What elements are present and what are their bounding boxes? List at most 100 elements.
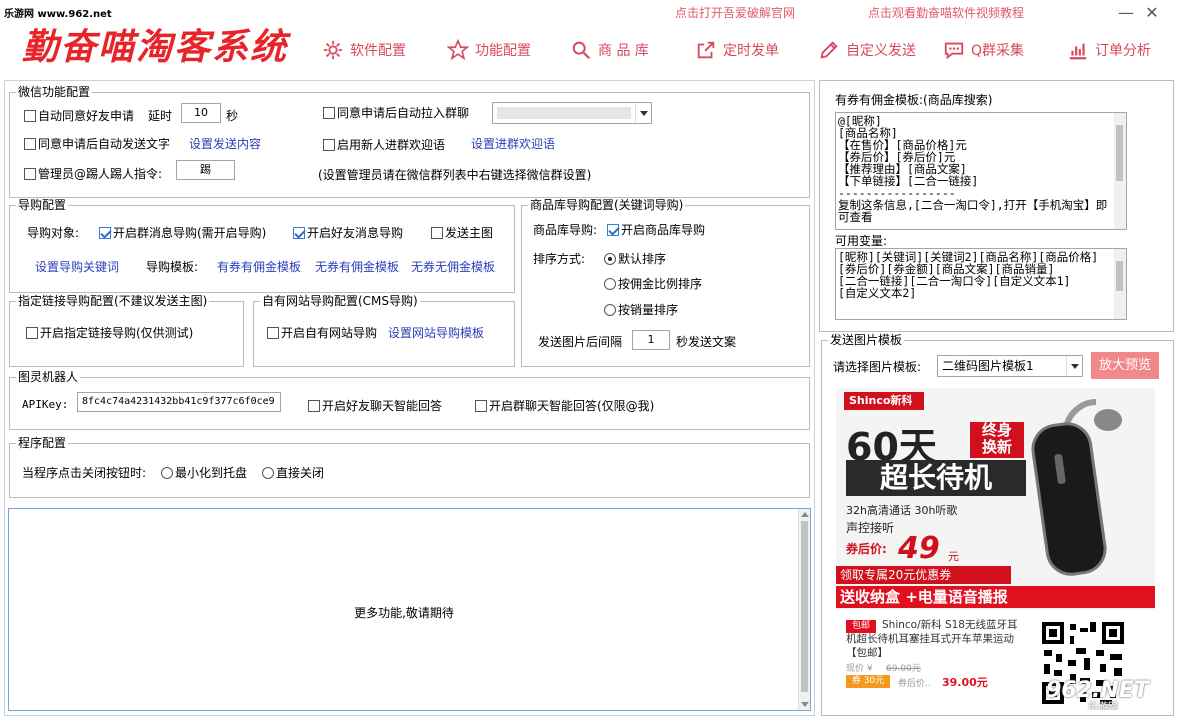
auto-send-text-checkbox[interactable]: 同意申请后自动发送文字 — [24, 135, 170, 152]
product-guide-checkbox[interactable]: 开启商品库导购 — [607, 221, 705, 238]
group-title: 商品库导购配置(关键词导购) — [528, 198, 686, 212]
send-main-image-checkbox[interactable]: 发送主图 — [431, 224, 493, 241]
welcome-checkbox[interactable]: 启用新人进群欢迎语 — [323, 136, 445, 153]
nav-feature-config[interactable]: 功能配置 — [447, 38, 531, 62]
checkbox-label: 自动同意好友申请 — [38, 109, 135, 123]
close-button[interactable]: ✕ — [1142, 3, 1162, 23]
log-textarea[interactable]: 更多功能,敬请期待 — [8, 508, 811, 711]
nav-custom-send[interactable]: 自定义发送 — [818, 38, 916, 62]
set-welcome-link[interactable]: 设置进群欢迎语 — [471, 135, 555, 152]
sort-commission-radio[interactable]: 按佣金比例排序 — [604, 275, 702, 292]
vars-label: 可用变量: — [835, 234, 888, 248]
vars-scrollbar[interactable] — [1114, 249, 1126, 319]
auto-pull-group-checkbox[interactable]: 同意申请后自动拉入群聊 — [323, 104, 469, 121]
chevron-down-icon — [1066, 356, 1082, 376]
sort-label: 排序方式: — [533, 252, 586, 266]
product-description: Shinco/新科 S18无线蓝牙耳机超长待机耳塞挂耳式开车苹果运动【包邮】 — [846, 619, 1018, 659]
template-textarea[interactable]: @[昵称] [商品名称] 【在售价】[商品价格]元 【券后价】[券后价]元 【推… — [835, 112, 1127, 230]
feature-1: 32h高清通话 30h听歌 — [846, 504, 958, 517]
ad-price-unit: 元 — [948, 550, 959, 563]
coupon-banner: 领取专属20元优惠券 — [836, 566, 1011, 584]
nav-scheduled-post[interactable]: 定时发单 — [695, 38, 779, 62]
radio-dot — [161, 466, 173, 479]
checkbox-box — [24, 109, 36, 122]
template-nocoupon-commission-link[interactable]: 无券有佣金模板 — [315, 258, 399, 275]
minimize-button[interactable]: — — [1116, 3, 1136, 23]
auto-accept-checkbox[interactable]: 自动同意好友申请 — [24, 107, 134, 124]
checkbox-label: 开启群消息导购(需开启导购) — [113, 226, 267, 240]
scroll-thumb[interactable] — [801, 521, 808, 692]
direct-close-radio[interactable]: 直接关闭 — [262, 464, 324, 481]
group-select[interactable] — [492, 102, 652, 124]
checkbox-label: 开启好友聊天智能回答 — [322, 399, 443, 413]
group-select-value — [497, 107, 631, 119]
checkbox-box — [26, 326, 38, 339]
chat-icon — [944, 42, 964, 60]
feature-2: 声控接听 — [846, 521, 895, 535]
badge-line-1: 终身 — [981, 421, 1012, 439]
standby-banner: 超长待机 — [846, 460, 1026, 496]
radio-dot — [604, 303, 616, 316]
nav-label: Q群采集 — [971, 43, 1025, 59]
guide-config-group: 导购配置 — [9, 198, 515, 293]
video-tutorial-link[interactable]: 点击观看勤奋喵软件视频教程 — [868, 4, 1024, 21]
delay-input[interactable]: 10 — [181, 103, 221, 123]
template-coupon-commission-link[interactable]: 有券有佣金模板 — [217, 258, 301, 275]
template-nocoupon-nocommission-link[interactable]: 无券无佣金模板 — [411, 258, 495, 275]
nav-order-analysis[interactable]: 订单分析 — [1067, 38, 1151, 62]
nav-software-config[interactable]: 软件配置 — [322, 38, 406, 62]
checkbox-box — [431, 226, 443, 239]
checkbox-label: 发送主图 — [445, 226, 494, 240]
checkbox-box — [24, 167, 36, 180]
checkbox-box — [308, 399, 320, 412]
friend-guide-checkbox[interactable]: 开启好友消息导购 — [293, 224, 403, 241]
checkbox-label: 开启自有网站导购 — [281, 326, 378, 340]
star-icon — [447, 39, 469, 61]
template-scrollbar[interactable] — [1114, 113, 1126, 229]
vars-textarea[interactable]: [昵称][关键词][关键词2][商品名称][商品价格] [券后价][券金额][商… — [835, 248, 1127, 320]
link-guide-checkbox[interactable]: 开启指定链接导购(仅供测试) — [26, 324, 193, 341]
nav-label: 商 品 库 — [598, 43, 649, 59]
interval-input[interactable]: 1 — [632, 330, 670, 350]
ad-price: 49 — [898, 531, 940, 566]
product-guide-label: 商品库导购: — [533, 223, 598, 237]
lifetime-badge: 终身 换新 — [970, 422, 1024, 458]
group-title: 程序配置 — [16, 436, 69, 450]
close-behavior-label: 当程序点击关闭按钮时: — [22, 466, 147, 480]
nav-product-library[interactable]: 商 品 库 — [570, 38, 649, 62]
crack-site-link[interactable]: 点击打开吾爱破解官网 — [675, 4, 795, 21]
set-site-template-link[interactable]: 设置网站导购模板 — [388, 324, 484, 341]
now-price: 69.00元 — [886, 664, 921, 674]
preview-button[interactable]: 放大预览 — [1091, 352, 1159, 379]
nav-label: 软件配置 — [350, 43, 406, 59]
group-guide-checkbox[interactable]: 开启群消息导购(需开启导购) — [99, 224, 266, 241]
sort-default-radio[interactable]: 默认排序 — [604, 250, 666, 267]
gear-icon — [323, 40, 343, 60]
selected-value: 二维码图片模板1 — [942, 359, 1034, 373]
minimize-to-tray-radio[interactable]: 最小化到托盘 — [161, 464, 247, 481]
radio-label: 按佣金比例排序 — [618, 277, 703, 291]
friend-smart-reply-checkbox[interactable]: 开启好友聊天智能回答 — [308, 397, 442, 414]
set-guide-keywords-link[interactable]: 设置导购关键词 — [35, 258, 119, 275]
title-bar: 乐游网 www.962.net 勤奋喵淘客系统 点击打开吾爱破解官网 点击观看勤… — [0, 0, 1180, 78]
admin-kick-checkbox[interactable]: 管理员@踢人 — [24, 165, 110, 182]
set-send-content-link[interactable]: 设置发送内容 — [189, 135, 261, 152]
checkbox-box — [607, 223, 619, 236]
checkbox-label: 开启商品库导购 — [621, 223, 706, 237]
delay-unit: 秒 — [226, 109, 239, 123]
group-smart-reply-checkbox[interactable]: 开启群聊天智能回答(仅限@我) — [475, 397, 654, 414]
badge-line-2: 换新 — [981, 438, 1012, 456]
admin-hint: (设置管理员请在微信群列表中右键选择微信群设置) — [318, 168, 592, 182]
checkbox-label: 启用新人进群欢迎语 — [337, 138, 446, 152]
bar-chart-icon — [1069, 43, 1087, 60]
guide-template-label: 导购模板: — [146, 260, 199, 274]
interval-label: 发送图片后间隔 — [538, 335, 623, 349]
log-scrollbar[interactable] — [798, 509, 810, 710]
apikey-input[interactable]: 8fc4c74a4231432bb41c9f377c6f0ce9 — [77, 392, 281, 412]
site-guide-checkbox[interactable]: 开启自有网站导购 — [267, 324, 377, 341]
kick-cmd-input[interactable]: 踢 — [176, 160, 235, 180]
sort-sales-radio[interactable]: 按销量排序 — [604, 301, 678, 318]
image-template-select[interactable]: 二维码图片模板1 — [937, 355, 1083, 377]
radio-label: 按销量排序 — [618, 303, 679, 317]
nav-qq-collect[interactable]: Q群采集 — [943, 38, 1024, 62]
